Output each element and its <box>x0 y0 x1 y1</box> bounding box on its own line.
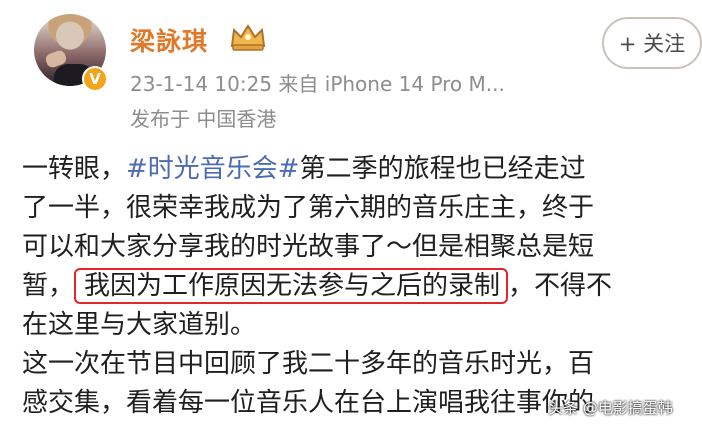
post-line: 暂， 我因为工作原因无法参与之后的录制 ，不得不 <box>22 267 702 306</box>
post-meta: 23-1-14 10:25 来自 iPhone 14 Pro M... <box>130 72 505 96</box>
verified-badge-icon: V <box>82 66 108 92</box>
post-body: 一转眼，#时光音乐会#第二季的旅程也已经走过 了一半，很荣幸我成为了第六期的音乐… <box>22 150 702 423</box>
text-segment: 第二季的旅程也已经走过 <box>299 154 586 184</box>
username[interactable]: 梁詠琪 <box>130 22 208 58</box>
post-line: 在这里与大家道别。 <box>22 310 257 340</box>
post-line: 一转眼，#时光音乐会#第二季的旅程也已经走过 <box>22 150 702 189</box>
hashtag-link[interactable]: #时光音乐会# <box>126 154 300 184</box>
crown-icon <box>230 24 266 51</box>
text-segment: 暂， <box>22 271 75 301</box>
post-line: 了一半，很荣幸我成为了第六期的音乐庄主，终于 <box>22 193 595 223</box>
watermark: 头条 @电影搞蛋韩 <box>548 399 673 417</box>
post-line: 这一次在节目中回顾了我二十多年的音乐时光，百 <box>22 349 595 379</box>
text-segment: ，不得不 <box>508 271 613 301</box>
post-location: 发布于 中国香港 <box>130 107 277 131</box>
follow-button[interactable]: + 关注 <box>602 17 702 69</box>
verified-mark: V <box>89 70 101 88</box>
text-segment: 一转眼， <box>22 154 127 184</box>
highlighted-sentence: 我因为工作原因无法参与之后的录制 <box>74 268 509 304</box>
post-line: 可以和大家分享我的时光故事了～但是相聚总是短 <box>22 232 595 262</box>
